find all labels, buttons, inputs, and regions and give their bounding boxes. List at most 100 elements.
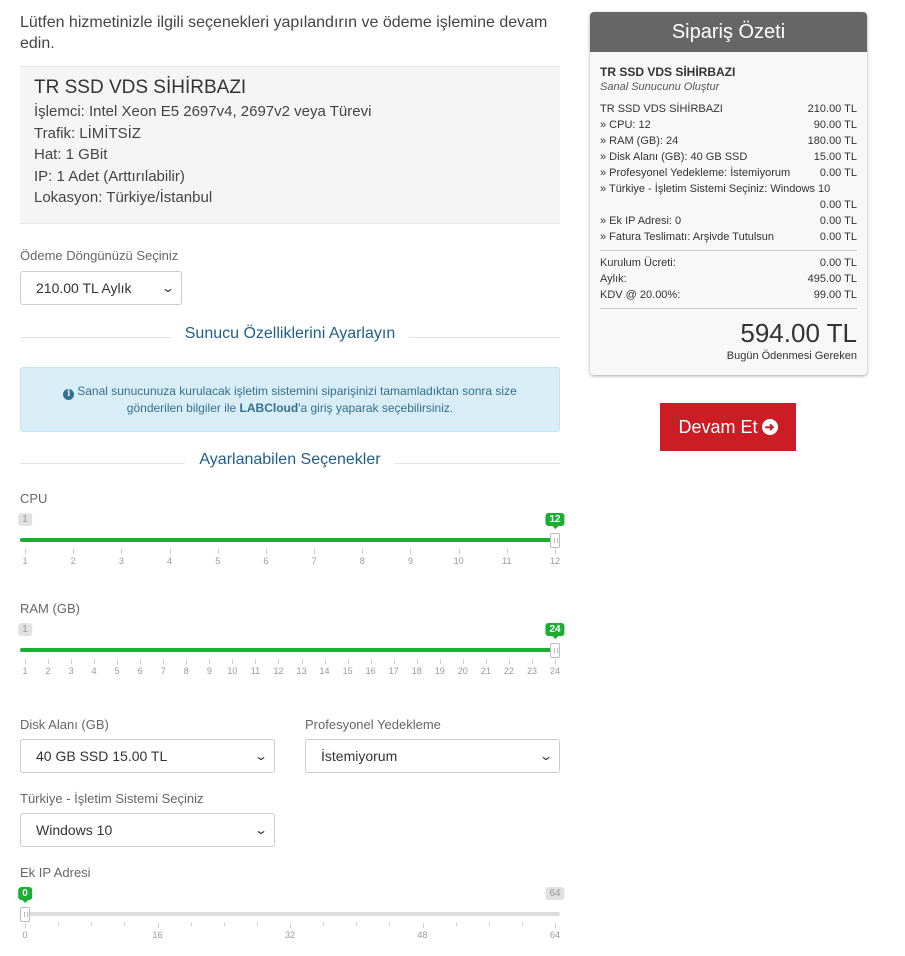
slider-tick-label: 10 (227, 665, 238, 676)
slider-tick (94, 658, 96, 664)
slider-min-badge: 1 (18, 622, 32, 636)
slider-tick-label: 15 (342, 665, 353, 676)
slider-tick (301, 658, 303, 664)
summary-line-price: 0.00 TL (819, 199, 857, 211)
summary-line-item: » Türkiye - İşletim Sistemi Seçiniz: Win… (600, 181, 857, 213)
slider-tick (362, 548, 364, 554)
slider-tick-label: 4 (167, 555, 173, 566)
chevron-down-icon: ⌄ (538, 748, 554, 763)
summary-line-label: » Türkiye - İşletim Sistemi Seçiniz: Win… (600, 183, 831, 195)
cpu-slider[interactable]: 1 2 3 4 5 6 7 8 9 10 11 12 1 12 (18, 512, 565, 585)
cpu-label: CPU (20, 490, 48, 506)
os-select[interactable]: Windows 10 ⌄ (20, 812, 275, 847)
slider-tick (157, 922, 159, 928)
summary-line-label: Kurulum Ücreti: (600, 257, 676, 269)
section-title-configure: Sunucu Özelliklerini Ayarlayın (20, 324, 560, 349)
slider-tick (458, 548, 460, 554)
slider-handle[interactable] (20, 906, 30, 922)
alert-brand: LABCloud (239, 400, 299, 415)
slider-tick (555, 658, 556, 664)
summary-line-label: Aylık: (600, 273, 627, 285)
summary-line-item: » RAM (GB): 24 180.00 TL (600, 133, 857, 149)
slider-tick (140, 658, 142, 664)
chevron-down-icon: ⌄ (253, 748, 269, 763)
slider-tick (422, 922, 424, 928)
slider-tick-label: 13 (296, 665, 307, 676)
summary-line-price: 15.00 TL (813, 151, 857, 163)
slider-tick-label: 32 (284, 929, 296, 940)
chevron-down-icon: ⌄ (253, 822, 269, 837)
slider-tick-label: 0 (22, 929, 28, 940)
slider-tick (555, 922, 556, 928)
alert-text-after: 'a giriş yaparak seçebilirsiniz. (298, 400, 454, 415)
slider-handle[interactable] (550, 642, 560, 658)
ram-slider[interactable]: 1 2 3 4 5 6 7 8 9 10 11 12 13 14 15 16 17 18 19 20 21 22 23 24 1… (18, 622, 565, 695)
slider-tick-label: 8 (359, 555, 365, 566)
backup-group: Profesyonel Yedekleme İstemiyorum ⌄ (305, 717, 560, 773)
slider-minor-tick (521, 922, 523, 926)
summary-line-base: TR SSD VDS SİHİRBAZI 210.00 TL (600, 101, 857, 117)
checkout-button[interactable]: Devam Et ➜ (660, 403, 796, 451)
summary-line-item: » CPU: 12 90.00 TL (600, 117, 857, 133)
backup-label: Profesyonel Yedekleme (305, 716, 441, 732)
slider-tick (169, 548, 171, 554)
summary-line-label: » Profesyonel Yedekleme: İstemiyorum (600, 167, 791, 179)
slider-handle[interactable] (550, 532, 560, 548)
ip-slider[interactable]: 0 16 32 48 64 64 0 (18, 886, 565, 956)
disk-value: 40 GB SSD 15.00 TL (36, 747, 168, 764)
ip-option-group: Ek IP Adresi 0 16 32 48 64 64 0 (18, 865, 565, 956)
os-info-alert: i Sanal sunucunuza kurulacak işletim sist… (20, 366, 560, 432)
slider-max-badge: 64 (545, 886, 565, 900)
slider-tick-label: 11 (502, 555, 512, 566)
slider-tick (117, 658, 119, 664)
slider-tick (209, 658, 211, 664)
slider-tick (439, 658, 441, 664)
slider-minor-tick (190, 922, 192, 926)
slider-tick-label: 5 (215, 555, 221, 566)
slider-tick (255, 658, 257, 664)
slider-tick (217, 548, 219, 554)
slider-tick-label: 9 (407, 555, 413, 566)
summary-line-label: » Ek IP Adresi: 0 (600, 215, 682, 227)
slider-tick (508, 658, 510, 664)
slider-tick (462, 658, 464, 664)
summary-line-price: 180.00 TL (807, 135, 857, 147)
summary-line-item: » Ek IP Adresi: 0 0.00 TL (600, 213, 857, 229)
slider-tick-label: 1 (22, 555, 28, 566)
slider-tick (485, 658, 487, 664)
billing-cycle-select[interactable]: 210.00 TL Aylık ⌄ (20, 270, 182, 305)
info-icon: i (63, 388, 75, 400)
summary-divider (600, 250, 857, 251)
slider-minor-tick (256, 922, 258, 926)
section-title-options: Ayarlanabilen Seçenekler (20, 450, 560, 475)
billing-cycle-label: Ödeme Döngünüzü Seçiniz (20, 247, 179, 263)
slider-tick-label: 4 (91, 665, 97, 676)
product-spec-line: Hat: 1 GBit (34, 146, 108, 163)
slider-minor-tick (488, 922, 490, 926)
backup-select[interactable]: İstemiyorum ⌄ (305, 738, 560, 773)
slider-minor-tick (455, 922, 457, 926)
summary-monthly: Aylık: 495.00 TL (600, 271, 857, 287)
summary-line-item: » Disk Alanı (GB): 40 GB SSD 15.00 TL (600, 149, 857, 165)
product-spec-location: Lokasyon: Türkiye/İstanbul (34, 189, 213, 206)
slider-tick-label: 23 (526, 665, 537, 676)
intro-text: Lütfen hizmetinizle ilgili seçenekleri y… (20, 14, 548, 52)
os-label: Türkiye - İşletim Sistemi Seçiniz (20, 790, 204, 806)
summary-line-item: » Profesyonel Yedekleme: İstemiyorum 0.0… (600, 165, 857, 181)
slider-tick (71, 658, 73, 664)
slider-minor-tick (323, 922, 325, 926)
slider-tick (25, 548, 26, 554)
slider-tick-label: 6 (137, 665, 143, 676)
disk-backup-row: Disk Alanı (GB) 40 GB SSD 15.00 TL ⌄ Pro… (20, 717, 560, 773)
ram-label: RAM (GB) (20, 600, 80, 616)
slider-tick-label: 21 (480, 665, 491, 676)
ram-option-group: RAM (GB) 1 2 3 4 5 6 7 8 9 10 11 12 13 14 15 16 17 18 19 20… (18, 600, 565, 695)
billing-cycle-value: 210.00 TL Aylık (36, 279, 132, 296)
summary-line-label: » Fatura Teslimatı: Arşivde Tutulsun (600, 231, 775, 243)
slider-tick-label: 16 (152, 929, 163, 940)
disk-select[interactable]: 40 GB SSD 15.00 TL ⌄ (20, 738, 275, 773)
slider-value-badge: 12 (545, 512, 565, 529)
product-spec-traffic: Trafik: LİMİTSİZ (34, 124, 141, 142)
slider-track[interactable] (20, 911, 560, 916)
summary-line-price: 210.00 TL (807, 103, 857, 115)
